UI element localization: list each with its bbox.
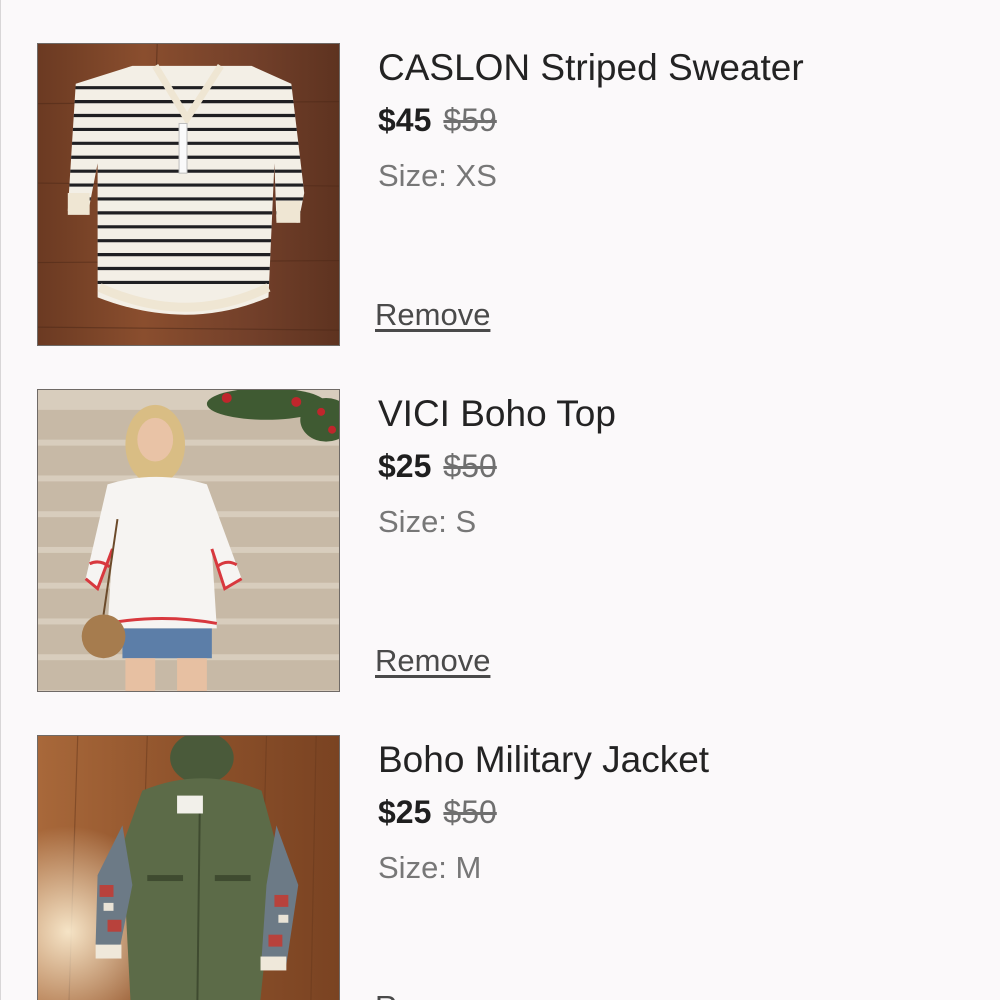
- item-prices: $45 $59: [378, 100, 497, 140]
- item-prices: $25 $50: [378, 446, 497, 486]
- remove-button[interactable]: Remove: [375, 295, 490, 335]
- item-size: Size: S: [378, 504, 477, 539]
- item-details: VICI Boho Top $25 $50 Size: S Remove: [375, 389, 967, 693]
- item-details: Boho Military Jacket $25 $50 Size: M Remo…: [375, 735, 967, 1000]
- item-prices: $25 $50: [378, 792, 497, 832]
- remove-button[interactable]: Remove: [375, 641, 490, 681]
- cart-item: VICI Boho Top $25 $50 Size: S Remove: [37, 389, 967, 693]
- product-image-boho-top[interactable]: [37, 389, 340, 692]
- cart-item: CASLON Striped Sweater $45 $59 Size: XS R…: [37, 43, 967, 347]
- current-price: $45: [378, 102, 432, 138]
- item-details: CASLON Striped Sweater $45 $59 Size: XS R…: [375, 43, 967, 347]
- original-price: $50: [443, 794, 497, 830]
- cart-item: Boho Military Jacket $25 $50 Size: M Remo…: [37, 735, 967, 1000]
- item-size: Size: XS: [378, 158, 497, 193]
- item-title[interactable]: Boho Military Jacket: [378, 738, 709, 782]
- product-image-striped-sweater[interactable]: [37, 43, 340, 346]
- cart-page: CASLON Striped Sweater $45 $59 Size: XS R…: [0, 0, 1000, 1000]
- item-title[interactable]: CASLON Striped Sweater: [378, 46, 804, 90]
- original-price: $59: [443, 102, 497, 138]
- current-price: $25: [378, 448, 432, 484]
- remove-button[interactable]: Remove: [375, 987, 490, 1000]
- item-title[interactable]: VICI Boho Top: [378, 392, 616, 436]
- original-price: $50: [443, 448, 497, 484]
- item-size: Size: M: [378, 850, 482, 885]
- current-price: $25: [378, 794, 432, 830]
- product-image-military-jacket[interactable]: [37, 735, 340, 1000]
